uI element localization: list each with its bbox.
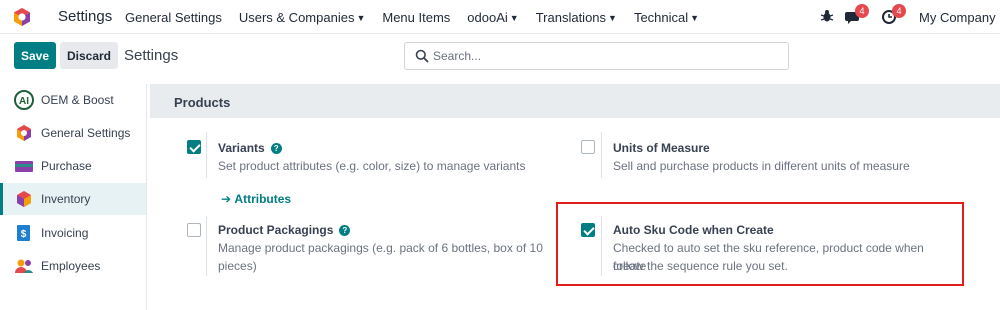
sidebar-item-label: General Settings: [41, 126, 131, 140]
main-menu: General Settings Users & Companies ▼ Menu…: [125, 10, 716, 25]
messages-badge: 4: [855, 4, 869, 18]
caret-down-icon: ▼: [608, 13, 617, 23]
search-input[interactable]: [433, 47, 773, 65]
search-icon: [415, 49, 429, 63]
caret-down-icon: ▼: [356, 13, 366, 23]
sidebar-item-inventory[interactable]: Inventory: [0, 183, 146, 215]
highlight-box: [556, 202, 964, 286]
menu-technical[interactable]: Technical ▼: [634, 10, 699, 25]
app-logo-icon[interactable]: [12, 7, 32, 27]
sidebar-item-general-settings[interactable]: General Settings: [0, 117, 146, 149]
sidebar-item-purchase[interactable]: Purchase: [0, 150, 146, 182]
menu-users-companies[interactable]: Users & Companies ▼: [239, 10, 366, 25]
sidebar-item-oem-boost[interactable]: AI OEM & Boost: [0, 84, 146, 116]
packagings-description-line1: Manage product packagings (e.g. pack of …: [218, 241, 543, 255]
app-title[interactable]: Settings: [58, 8, 112, 25]
svg-text:AI: AI: [19, 96, 29, 107]
sidebar-item-invoicing[interactable]: $ Invoicing: [0, 217, 146, 249]
uom-title: Units of Measure: [613, 141, 710, 155]
caret-down-icon: ▼: [690, 13, 700, 23]
section-title: Products: [174, 95, 231, 110]
invoicing-icon: $: [17, 225, 30, 241]
debug-bug-icon[interactable]: [820, 9, 834, 23]
caret-down-icon: ▼: [509, 13, 519, 23]
menu-translations[interactable]: Translations ▼: [536, 10, 617, 25]
messages-button[interactable]: 4: [845, 4, 869, 27]
top-navbar: Settings General Settings Users & Compan…: [0, 0, 1000, 34]
packagings-description-line2: pieces): [218, 259, 257, 273]
discard-button[interactable]: Discard: [60, 42, 118, 69]
purchase-icon: [15, 161, 33, 172]
breadcrumb: Settings: [124, 47, 179, 64]
uom-description: Sell and purchase products in different …: [613, 159, 910, 173]
activities-button[interactable]: 4: [882, 4, 906, 27]
sidebar-item-label: Employees: [41, 259, 101, 273]
uom-checkbox[interactable]: [581, 140, 595, 154]
employees-icon: [15, 259, 33, 273]
variants-title: Variants?: [218, 141, 282, 155]
sidebar-item-label: Invoicing: [41, 226, 89, 240]
attributes-link[interactable]: ➔ Attributes: [221, 192, 291, 206]
general-settings-icon: [17, 125, 31, 141]
activities-badge: 4: [892, 4, 906, 18]
menu-odooai[interactable]: odooAi ▼: [467, 10, 518, 25]
inventory-icon: [17, 191, 31, 207]
divider: [206, 216, 207, 276]
sidebar-item-label: OEM & Boost: [41, 93, 114, 107]
search-box[interactable]: [404, 42, 789, 70]
company-switcher[interactable]: My Company (S: [919, 10, 1000, 25]
variants-checkbox[interactable]: [187, 140, 201, 154]
section-header: Products: [150, 84, 1000, 118]
svg-text:$: $: [21, 229, 27, 240]
settings-sidebar: AI OEM & Boost General Settings Purchase…: [0, 84, 147, 310]
help-icon[interactable]: ?: [339, 225, 351, 236]
packagings-title: Product Packagings?: [218, 223, 351, 237]
sidebar-item-label: Inventory: [41, 192, 91, 206]
arrow-right-icon: ➔: [221, 192, 232, 206]
save-button[interactable]: Save: [14, 42, 56, 69]
variants-description: Set product attributes (e.g. color, size…: [218, 159, 526, 173]
help-icon[interactable]: ?: [270, 143, 282, 154]
menu-general-settings[interactable]: General Settings: [125, 10, 222, 25]
menu-menu-items[interactable]: Menu Items: [382, 10, 450, 25]
divider: [601, 132, 602, 178]
sidebar-item-employees[interactable]: Employees: [0, 250, 146, 282]
packagings-checkbox[interactable]: [187, 223, 201, 237]
sidebar-item-label: Purchase: [41, 159, 92, 173]
oem-boost-icon: AI: [14, 90, 34, 110]
divider: [206, 132, 207, 178]
